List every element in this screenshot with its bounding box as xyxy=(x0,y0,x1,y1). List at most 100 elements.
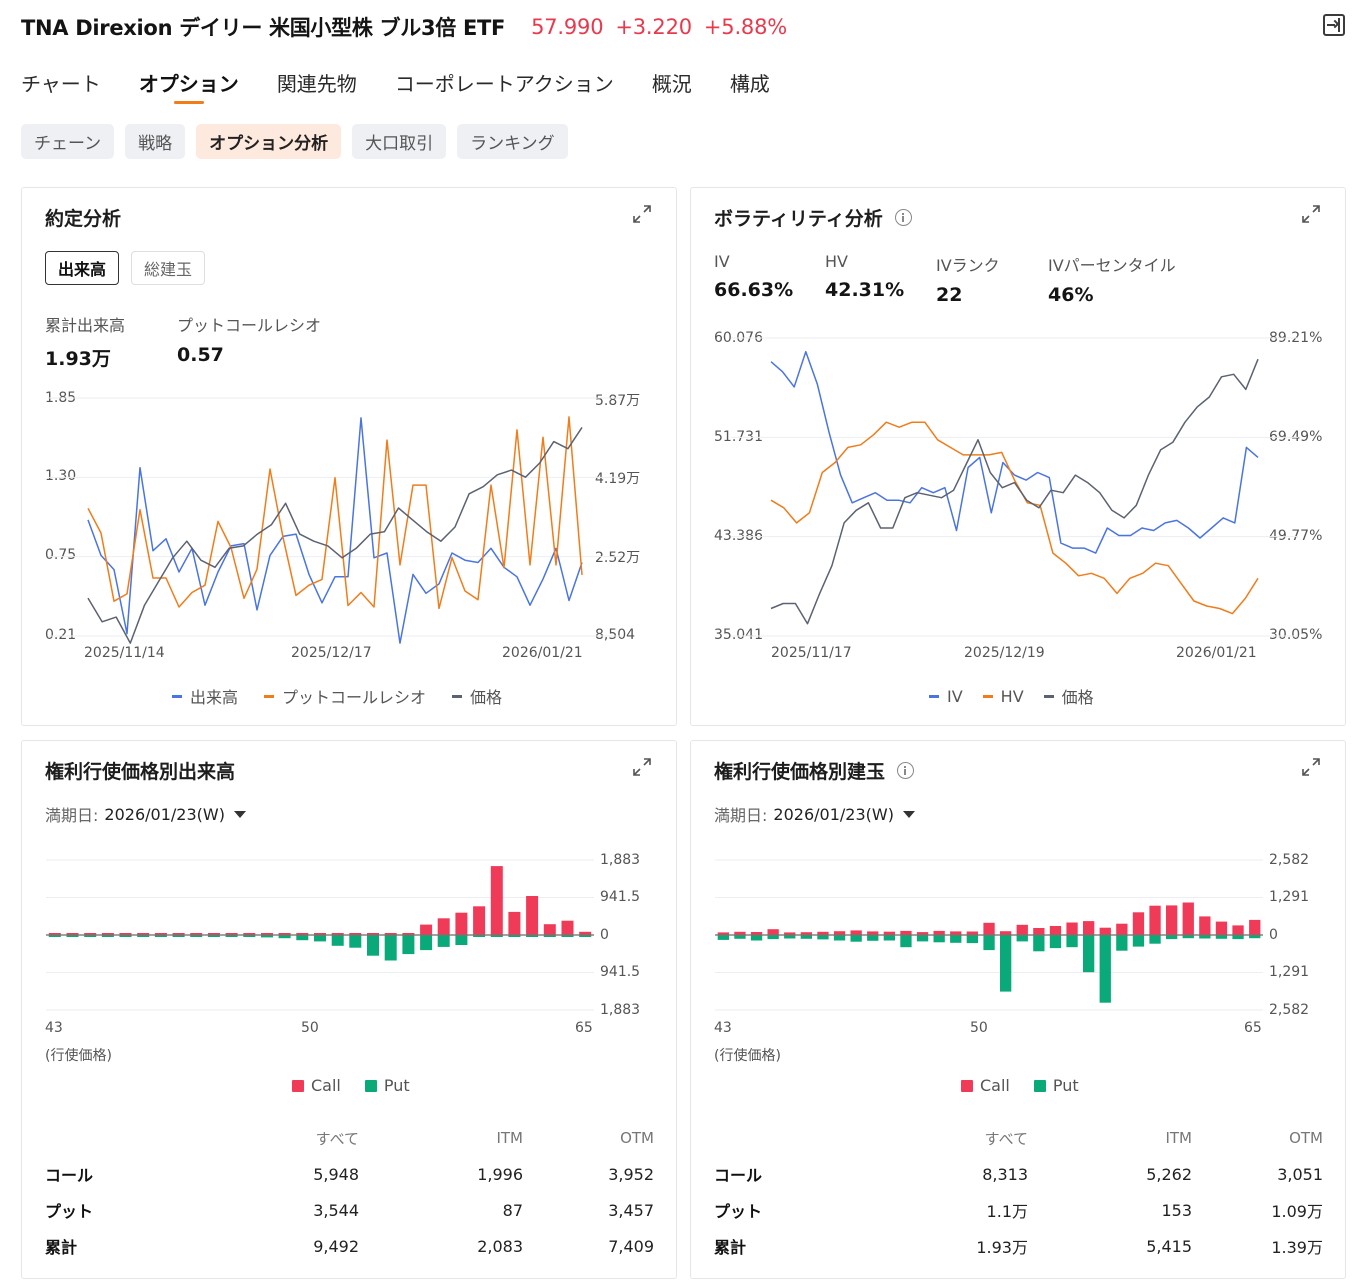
call-bar[interactable] xyxy=(734,931,746,935)
put-bar[interactable] xyxy=(119,935,132,937)
call-bar[interactable] xyxy=(1083,921,1095,935)
legend-item[interactable]: Put xyxy=(364,1076,410,1095)
tab-item[interactable]: コーポレートアクション xyxy=(395,68,614,104)
put-bar[interactable] xyxy=(900,935,912,948)
call-bar[interactable] xyxy=(367,933,379,935)
call-bar[interactable] xyxy=(983,922,995,935)
call-bar[interactable] xyxy=(579,931,592,935)
put-bar[interactable] xyxy=(800,935,812,939)
call-bar[interactable] xyxy=(1116,923,1128,935)
put-bar[interactable] xyxy=(1099,935,1111,1003)
expand-icon[interactable] xyxy=(632,204,652,224)
put-bar[interactable] xyxy=(84,935,97,937)
put-bar[interactable] xyxy=(331,935,344,946)
call-bar[interactable] xyxy=(1232,925,1244,935)
expiry-selector[interactable]: 満期日: 2026/01/23(W) xyxy=(714,802,915,826)
put-bar[interactable] xyxy=(225,935,238,937)
subtab-chip[interactable]: ランキング xyxy=(457,124,568,159)
put-bar[interactable] xyxy=(543,935,556,937)
put-bar[interactable] xyxy=(261,935,273,938)
call-bar[interactable] xyxy=(916,932,929,935)
call-bar[interactable] xyxy=(331,933,344,935)
call-bar[interactable] xyxy=(1166,905,1178,935)
call-bar[interactable] xyxy=(225,933,238,935)
call-bar[interactable] xyxy=(867,931,879,935)
call-bar[interactable] xyxy=(1066,922,1078,936)
open-interest-toggle-button[interactable]: 総建玉 xyxy=(131,251,206,285)
legend-item[interactable]: プットコールレシオ xyxy=(264,684,426,708)
call-bar[interactable] xyxy=(850,930,862,935)
call-bar[interactable] xyxy=(817,931,829,935)
expand-icon[interactable] xyxy=(632,757,652,777)
put-bar[interactable] xyxy=(384,935,397,961)
legend-item[interactable]: HV xyxy=(982,684,1024,708)
tab-item[interactable]: オプション xyxy=(139,68,239,104)
call-bar[interactable] xyxy=(473,906,486,935)
tab-item[interactable]: 関連先物 xyxy=(277,68,357,104)
info-icon[interactable] xyxy=(894,209,912,226)
put-bar[interactable] xyxy=(1166,935,1178,940)
call-bar[interactable] xyxy=(207,933,220,935)
put-bar[interactable] xyxy=(883,935,895,941)
put-bar[interactable] xyxy=(784,935,796,939)
call-bar[interactable] xyxy=(900,930,912,935)
put-bar[interactable] xyxy=(1066,935,1078,948)
call-bar[interactable] xyxy=(84,933,97,935)
put-bar[interactable] xyxy=(767,935,779,940)
legend-item[interactable]: Call xyxy=(292,1076,341,1095)
put-bar[interactable] xyxy=(1182,935,1194,939)
put-bar[interactable] xyxy=(867,935,879,941)
put-bar[interactable] xyxy=(243,935,256,937)
put-bar[interactable] xyxy=(850,935,862,942)
call-bar[interactable] xyxy=(384,933,397,935)
put-bar[interactable] xyxy=(314,935,326,942)
put-bar[interactable] xyxy=(833,935,846,941)
put-bar[interactable] xyxy=(1033,935,1045,952)
call-bar[interactable] xyxy=(278,933,291,935)
call-bar[interactable] xyxy=(561,920,574,935)
info-icon[interactable] xyxy=(897,762,915,779)
put-bar[interactable] xyxy=(349,935,362,948)
put-bar[interactable] xyxy=(983,935,995,951)
put-bar[interactable] xyxy=(916,935,929,942)
call-bar[interactable] xyxy=(508,911,521,935)
call-bar[interactable] xyxy=(1033,928,1045,935)
call-bar[interactable] xyxy=(950,931,962,935)
legend-item[interactable]: 価格 xyxy=(452,684,502,708)
put-bar[interactable] xyxy=(190,935,203,937)
put-bar[interactable] xyxy=(1116,935,1128,951)
legend-item[interactable]: Call xyxy=(961,1076,1010,1095)
put-bar[interactable] xyxy=(1149,935,1161,944)
call-bar[interactable] xyxy=(420,924,433,935)
call-bar[interactable] xyxy=(437,918,450,935)
subtab-chip[interactable]: オプション分析 xyxy=(196,124,342,159)
call-bar[interactable] xyxy=(1099,927,1111,935)
put-bar[interactable] xyxy=(966,935,978,944)
put-bar[interactable] xyxy=(508,935,521,937)
call-bar[interactable] xyxy=(172,933,185,935)
put-bar[interactable] xyxy=(734,935,746,939)
call-bar[interactable] xyxy=(314,933,326,935)
call-bar[interactable] xyxy=(101,933,114,935)
call-bar[interactable] xyxy=(1215,921,1228,935)
call-bar[interactable] xyxy=(1000,931,1012,935)
call-bar[interactable] xyxy=(137,933,150,935)
tab-item[interactable]: 構成 xyxy=(730,68,770,104)
put-bar[interactable] xyxy=(490,935,503,937)
call-bar[interactable] xyxy=(261,933,273,935)
call-bar[interactable] xyxy=(154,933,167,935)
put-bar[interactable] xyxy=(579,935,592,937)
subtab-chip[interactable]: 大口取引 xyxy=(352,124,447,159)
put-bar[interactable] xyxy=(101,935,114,937)
put-bar[interactable] xyxy=(154,935,167,937)
put-bar[interactable] xyxy=(717,935,729,940)
put-bar[interactable] xyxy=(367,935,379,956)
tab-item[interactable]: 概況 xyxy=(652,68,692,104)
put-bar[interactable] xyxy=(137,935,150,937)
call-bar[interactable] xyxy=(349,933,362,935)
put-bar[interactable] xyxy=(66,935,79,937)
legend-item[interactable]: Put xyxy=(1033,1076,1079,1095)
call-bar[interactable] xyxy=(455,912,468,935)
put-bar[interactable] xyxy=(172,935,185,937)
put-bar[interactable] xyxy=(455,935,468,945)
